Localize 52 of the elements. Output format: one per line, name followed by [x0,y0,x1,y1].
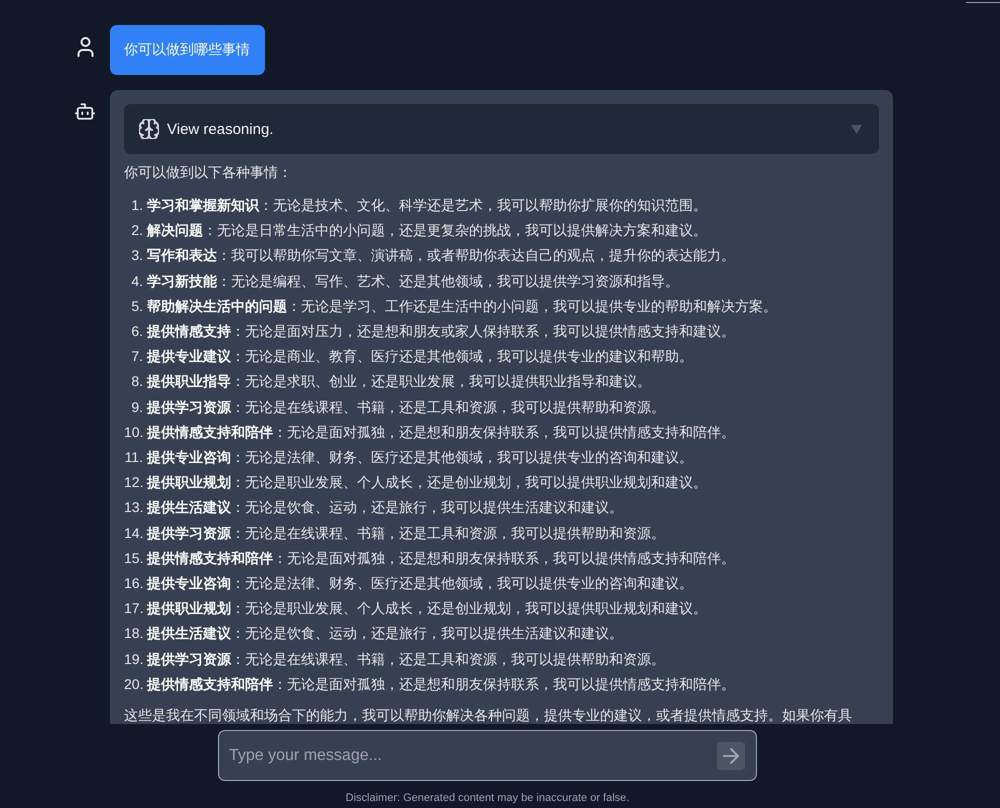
list-item-text: 解决问题：无论是日常生活中的小问题，还是更复杂的挑战，我可以提供解决方案和建议。 [147,221,707,240]
list-item-text: 提供情感支持和陪伴：无论是面对孤独，还是想和朋友保持联系，我可以提供情感支持和陪伴。 [147,548,735,568]
arrow-icon [723,748,739,764]
robot-icon [75,103,95,120]
closing-text: 这些是我在不同领域和场合下的能力，我可以帮助你解决各种问题，提供专业的建议，或者提供情感支持。如果你有具 [124,706,852,724]
list-item-text: 学习新技能：无论是编程、写作、艺术、还是其他领域，我可以提供学习资源和指导。 [147,272,679,291]
list-number: 16. [124,574,143,594]
intro-text: 你可以做到以下各种事情： [124,163,292,182]
list-item-text: 提供职业规划：无论是职业发展、个人成长，还是创业规划，我可以提供职业规划和建议。 [147,473,707,492]
brain-icon [139,119,159,139]
list-number: 11. [124,448,143,468]
list-item-text: 提供专业咨询：无论是法律、财务、医疗还是其他领域，我可以提供专业的咨询和建议。 [147,574,693,594]
list-number: 7. [130,347,143,366]
list-item-text: 提供生活建议：无论是饮食、运动，还是旅行，我可以提供生活建议和建议。 [147,498,623,518]
message-bubble: 你可以做到哪些事情 [110,25,265,75]
list-item-text: 提供职业规划：无论是职业发展、个人成长，还是创业规划，我可以提供职业规划和建议。 [147,599,707,618]
list-number: 20. [124,674,143,694]
list-number: 19. [124,650,143,669]
list-number: 8. [130,372,143,392]
list-item-text: 提供情感支持：无论是面对压力，还是想和朋友或家人保持联系，我可以提供情感支持和建议。 [147,322,735,342]
list-number: 12. [124,473,143,492]
list-item-text: 提供学习资源：无论是在线课程、书籍，还是工具和资源，我可以提供帮助和资源。 [147,398,665,417]
person-icon [76,37,94,57]
message-input[interactable]: Type your message... [229,740,709,770]
list-item-text: 写作和表达：我可以帮助你写文章、演讲稿，或者帮助你表达自己的观点，提升你的表达能力。 [147,246,735,266]
list-number: 3. [130,246,143,266]
send-button[interactable] [717,742,745,770]
list-number: 1. [130,196,143,215]
list-number: 4. [130,272,143,291]
list-number: 13. [124,498,143,518]
list-item-text: 提供生活建议：无论是饮食、运动，还是旅行，我可以提供生活建议和建议。 [147,624,623,644]
list-item-text: 帮助解决生活中的问题：无论是学习、工作还是生活中的小问题，我可以提供专业的帮助和解决方案。 [147,296,777,316]
list-item-text: 提供专业建议：无论是商业、教育、医疗还是其他领域，我可以提供专业的建议和帮助。 [147,347,693,366]
list-number: 9. [130,398,143,417]
list-item-text: 提供学习资源：无论是在线课程、书籍，还是工具和资源，我可以提供帮助和资源。 [147,650,665,669]
disclaimer-text: Disclaimer: Generated content may be inaccurate or false. [346,791,630,805]
list-number: 10. [124,422,143,442]
list-item-text: 学习和掌握新知识：无论是技术、文化、科学还是艺术，我可以帮助你扩展你的知识范围。 [147,196,707,215]
reasoning-toggle[interactable]: View reasoning. [124,104,879,154]
list-item-text: 提供学习资源：无论是在线课程、书籍，还是工具和资源，我可以提供帮助和资源。 [147,524,665,543]
list-number: 15. [124,548,143,568]
list-item-text: 提供情感支持和陪伴：无论是面对孤独，还是想和朋友保持联系，我可以提供情感支持和陪伴。 [147,674,735,694]
message-field[interactable]: Type your message... [218,730,757,781]
list-number: 6. [130,322,143,342]
list-number: 18. [124,624,143,644]
list-number: 2. [130,221,143,240]
list-item-text: 提供专业咨询：无论是法律、财务、医疗还是其他领域，我可以提供专业的咨询和建议。 [147,448,693,468]
list-item-text: 提供职业指导：无论是求职、创业，还是职业发展，我可以提供职业指导和建议。 [147,372,651,392]
list-number: 5. [130,296,143,316]
list-item-text: 提供情感支持和陪伴：无论是面对孤独，还是想和朋友保持联系，我可以提供情感支持和陪伴。 [147,422,735,442]
list-number: 14. [124,524,143,543]
list-number: 17. [124,599,143,618]
